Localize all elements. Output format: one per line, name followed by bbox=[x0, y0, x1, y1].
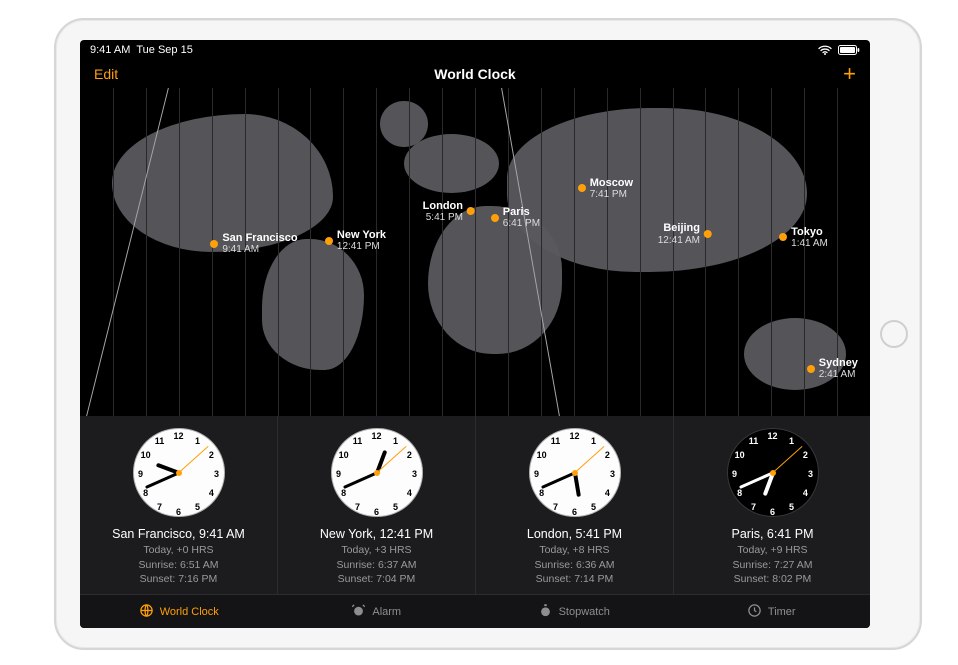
pin-dot-icon bbox=[325, 237, 333, 245]
battery-icon bbox=[838, 45, 860, 55]
clock-sunrise: Sunrise: 6:51 AM bbox=[139, 558, 219, 572]
clock-title: New York, 12:41 PM bbox=[320, 527, 433, 541]
clock-cell[interactable]: 123456789101112 San Francisco, 9:41 AM Tod… bbox=[80, 416, 278, 594]
status-date: Tue Sep 15 bbox=[136, 44, 192, 56]
clock-sunset: Sunset: 7:04 PM bbox=[337, 572, 417, 586]
tab-bar: World Clock Alarm Stopwatch Timer bbox=[80, 594, 870, 628]
pin-city: Tokyo bbox=[791, 226, 828, 238]
clock-offset: Today, +3 HRS bbox=[337, 543, 417, 557]
pin-city: Moscow bbox=[590, 177, 633, 189]
clock-offset: Today, +8 HRS bbox=[535, 543, 615, 557]
alarm-icon bbox=[351, 603, 366, 621]
map-pin-beijing[interactable]: Beijing12:41 AM bbox=[658, 222, 712, 245]
page-title: World Clock bbox=[80, 66, 870, 82]
status-time: 9:41 AM bbox=[90, 44, 130, 56]
timer-icon bbox=[747, 603, 762, 621]
pin-dot-icon bbox=[578, 184, 586, 192]
pin-city: Sydney bbox=[819, 357, 858, 369]
status-bar: 9:41 AM Tue Sep 15 bbox=[80, 40, 870, 60]
clock-cell[interactable]: 123456789101112 London, 5:41 PM Today, +8 … bbox=[476, 416, 674, 594]
map-pin-moscow[interactable]: Moscow7:41 PM bbox=[578, 177, 633, 200]
pin-city: San Francisco bbox=[222, 232, 297, 244]
pin-time: 7:41 PM bbox=[590, 189, 633, 200]
clock-title: Paris, 6:41 PM bbox=[732, 527, 814, 541]
home-button[interactable] bbox=[880, 320, 908, 348]
tab-world-clock[interactable]: World Clock bbox=[80, 595, 278, 628]
clock-sunset: Sunset: 7:16 PM bbox=[139, 572, 219, 586]
clock-sunset: Sunset: 7:14 PM bbox=[535, 572, 615, 586]
tab-label: World Clock bbox=[160, 606, 219, 618]
analog-clock: 123456789101112 bbox=[529, 428, 621, 517]
pin-time: 9:41 AM bbox=[222, 244, 297, 255]
map-pin-sydney[interactable]: Sydney2:41 AM bbox=[807, 357, 858, 380]
map-pin-san-francisco[interactable]: San Francisco9:41 AM bbox=[210, 232, 297, 255]
clock-cell[interactable]: 123456789101112 Paris, 6:41 PM Today, +9 H… bbox=[674, 416, 870, 594]
pin-dot-icon bbox=[210, 240, 218, 248]
clock-sunrise: Sunrise: 6:37 AM bbox=[337, 558, 417, 572]
pin-dot-icon bbox=[491, 214, 499, 222]
tab-stopwatch[interactable]: Stopwatch bbox=[475, 595, 673, 628]
globe-icon bbox=[139, 603, 154, 621]
pin-time: 12:41 AM bbox=[658, 235, 700, 246]
tab-timer[interactable]: Timer bbox=[673, 595, 871, 628]
pin-dot-icon bbox=[467, 207, 475, 215]
nav-bar: Edit World Clock + bbox=[80, 60, 870, 88]
pin-city: London bbox=[423, 200, 463, 212]
clock-title: London, 5:41 PM bbox=[527, 527, 622, 541]
map-pin-new-york[interactable]: New York12:41 PM bbox=[325, 229, 386, 252]
clock-strip[interactable]: 123456789101112 San Francisco, 9:41 AM Tod… bbox=[80, 416, 870, 594]
analog-clock: 123456789101112 bbox=[331, 428, 423, 517]
clock-title: San Francisco, 9:41 AM bbox=[112, 527, 245, 541]
pin-time: 12:41 PM bbox=[337, 241, 386, 252]
ipad-frame: 9:41 AM Tue Sep 15 bbox=[54, 18, 922, 650]
clock-sunrise: Sunrise: 7:27 AM bbox=[733, 558, 813, 572]
clock-cell[interactable]: 123456789101112 New York, 12:41 PM Today, … bbox=[278, 416, 476, 594]
pin-time: 2:41 AM bbox=[819, 369, 858, 380]
tab-alarm[interactable]: Alarm bbox=[278, 595, 476, 628]
pin-city: Paris bbox=[503, 206, 540, 218]
tab-label: Alarm bbox=[372, 606, 401, 618]
wifi-icon bbox=[818, 45, 832, 55]
pin-dot-icon bbox=[807, 365, 815, 373]
map-pin-tokyo[interactable]: Tokyo1:41 AM bbox=[779, 226, 828, 249]
tab-label: Timer bbox=[768, 606, 796, 618]
clock-sunset: Sunset: 8:02 PM bbox=[733, 572, 813, 586]
clock-offset: Today, +0 HRS bbox=[139, 543, 219, 557]
map-pin-london[interactable]: London5:41 PM bbox=[423, 200, 475, 223]
clock-offset: Today, +9 HRS bbox=[733, 543, 813, 557]
tab-label: Stopwatch bbox=[559, 606, 610, 618]
analog-clock: 123456789101112 bbox=[133, 428, 225, 517]
stopwatch-icon bbox=[538, 603, 553, 621]
pin-dot-icon bbox=[779, 233, 787, 241]
screen: 9:41 AM Tue Sep 15 bbox=[80, 40, 870, 628]
map-pin-paris[interactable]: Paris6:41 PM bbox=[491, 206, 540, 229]
pin-time: 1:41 AM bbox=[791, 238, 828, 249]
clock-sunrise: Sunrise: 6:36 AM bbox=[535, 558, 615, 572]
pin-city: New York bbox=[337, 229, 386, 241]
pin-time: 5:41 PM bbox=[423, 212, 463, 223]
pin-time: 6:41 PM bbox=[503, 218, 540, 229]
pin-dot-icon bbox=[704, 230, 712, 238]
world-map[interactable]: San Francisco9:41 AM New York12:41 PM Lond… bbox=[80, 88, 870, 416]
analog-clock: 123456789101112 bbox=[727, 428, 819, 517]
pin-city: Beijing bbox=[658, 222, 700, 234]
